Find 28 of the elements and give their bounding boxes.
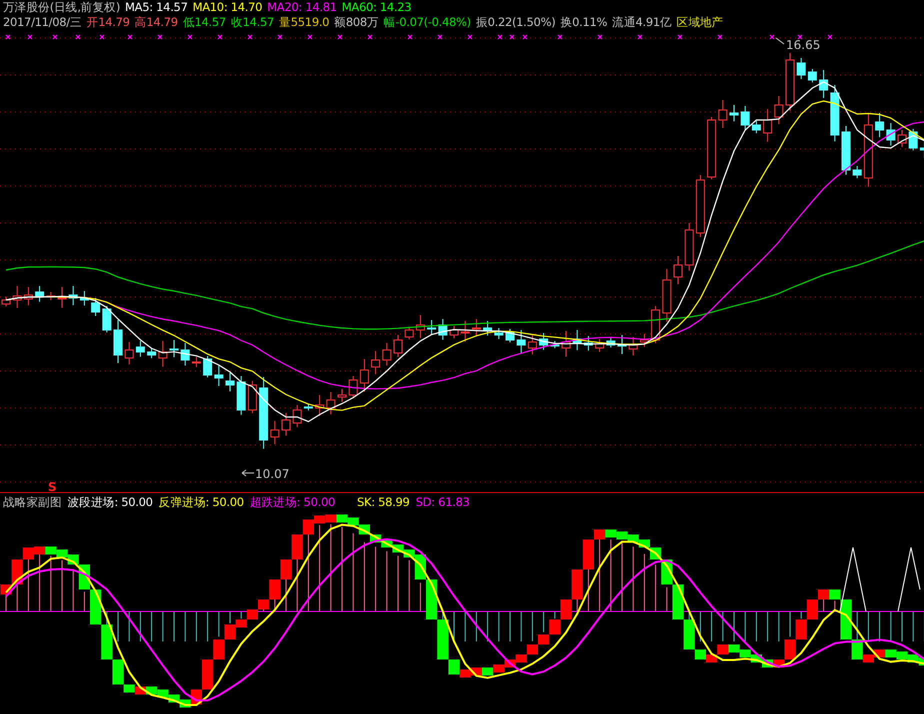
quote-value: 换0.11%	[560, 15, 608, 30]
sub-chart-title: 战略家副图	[3, 494, 62, 511]
indicator-value: 波段进场: 50.00	[68, 494, 153, 511]
stock-title: 万泽股份(日线,前复权)	[3, 0, 120, 15]
quote-value: 幅-0.07(-0.48%)	[384, 15, 471, 30]
quote-value: 2017/11/08/三	[3, 15, 82, 30]
indicator-value: SD: 61.83	[416, 494, 470, 511]
indicator-value: 反弹进场: 50.00	[158, 494, 244, 511]
quote-value: 区域地产	[676, 15, 724, 30]
low-price-label: 10.07	[255, 467, 290, 481]
leader-line	[776, 38, 784, 44]
signal-marker: S	[48, 480, 57, 492]
arrow-icon	[242, 470, 254, 476]
quote-value: 收14.57	[230, 15, 274, 30]
moving-average-value: MA60: 14.23	[342, 0, 412, 15]
quote-value: 流通4.91亿	[612, 15, 672, 30]
quote-value: 低14.57	[182, 15, 226, 30]
indicator-value: 超跌进场: 50.00	[250, 494, 335, 511]
quote-value: 高14.79	[134, 15, 178, 30]
high-price-label: 16.65	[786, 38, 820, 52]
quote-value: 量5519.0	[279, 15, 330, 30]
quote-value: 额808万	[334, 15, 379, 30]
quote-value: 振0.22(1.50%)	[476, 15, 556, 30]
quote-value: 开14.79	[86, 15, 130, 30]
moving-average-value: MA10: 14.70	[192, 0, 262, 15]
indicator-value: SK: 58.99	[356, 494, 410, 511]
moving-average-value: MA20: 14.81	[267, 0, 337, 15]
moving-average-value: MA5: 14.57	[125, 0, 188, 15]
